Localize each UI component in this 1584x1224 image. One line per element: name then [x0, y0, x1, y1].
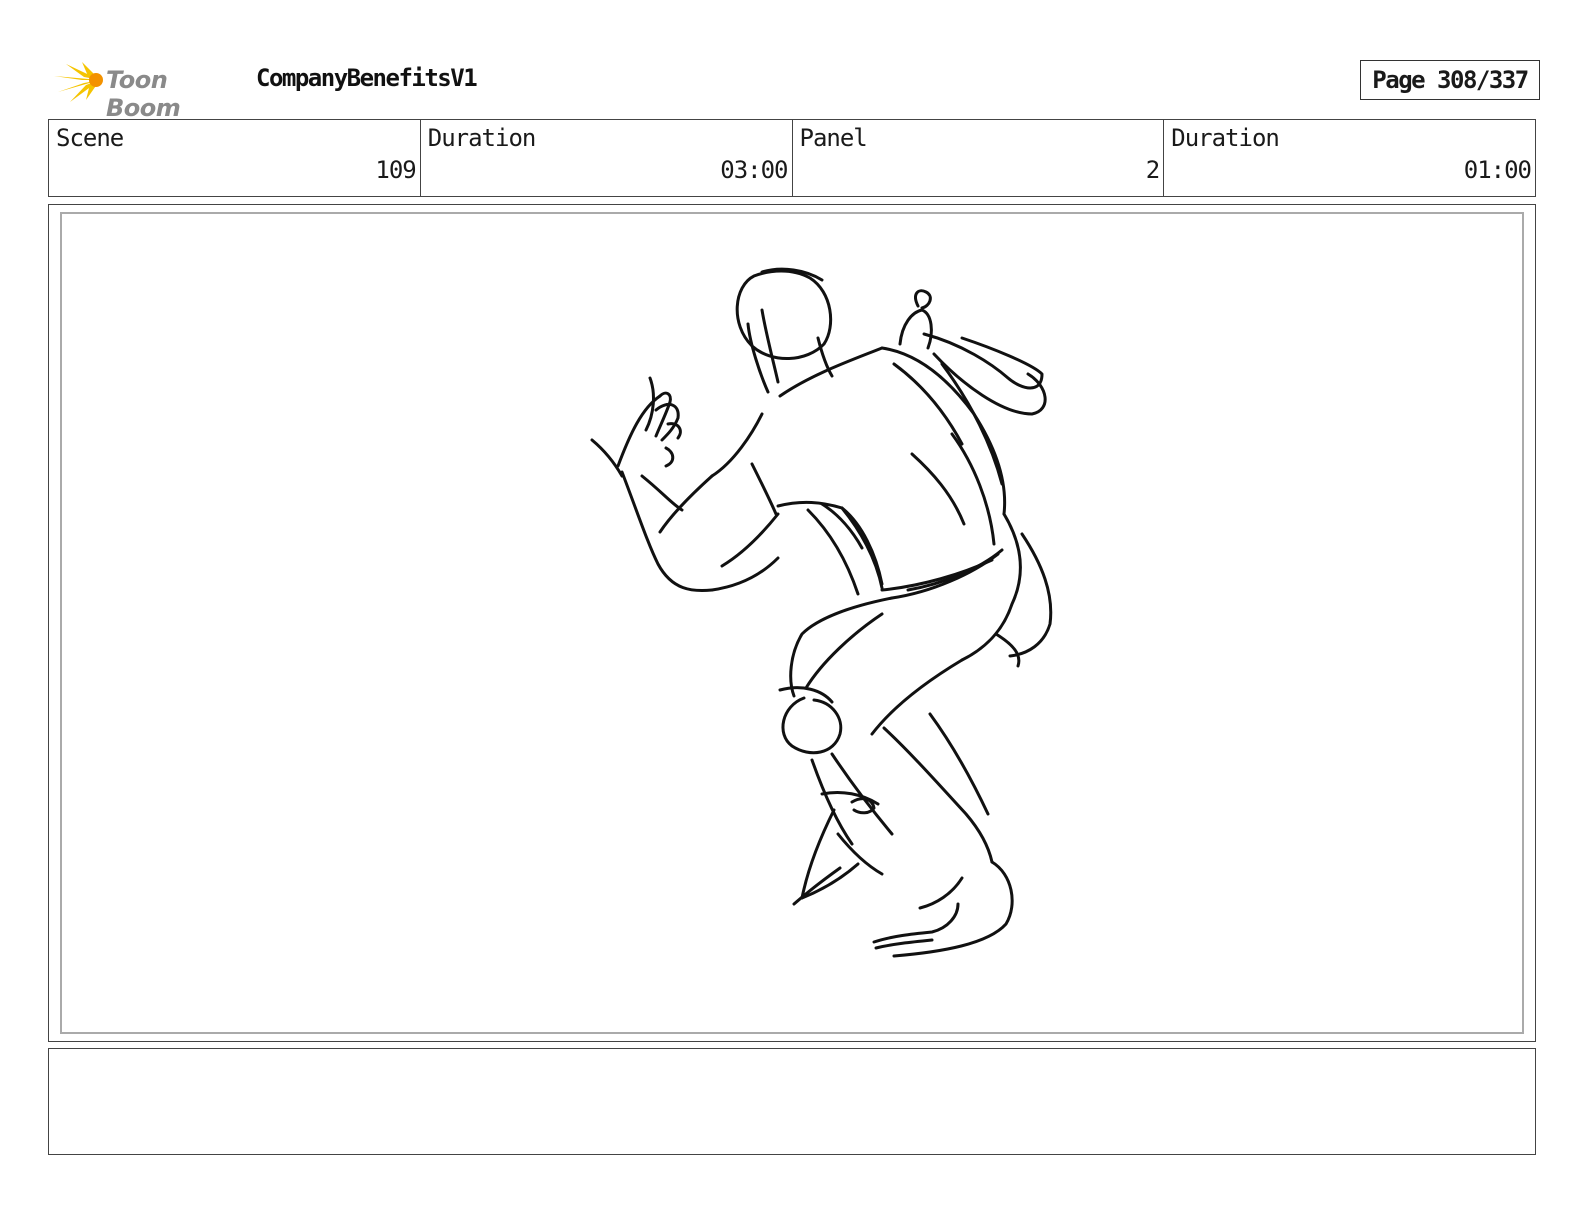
scene-info-table: Scene 109 Duration 03:00 Panel 2 Duratio…: [48, 119, 1536, 197]
panel-label: Panel: [799, 124, 868, 152]
scene-duration-value: 03:00: [720, 156, 788, 184]
scene-duration-cell: Duration 03:00: [421, 120, 793, 196]
toon-boom-logo: Toon Boom: [52, 56, 242, 122]
panel-duration-label: Duration: [1171, 124, 1280, 152]
panel-duration-cell: Duration 01:00: [1164, 120, 1535, 196]
panel-frame: [48, 204, 1536, 1042]
panel-image: [60, 212, 1524, 1034]
crouching-figure-sketch: [590, 267, 1053, 958]
storyboard-header: Toon Boom CompanyBenefitsV1 Page 308/337: [52, 56, 1540, 122]
project-title: CompanyBenefitsV1: [256, 64, 478, 92]
starburst-icon: [54, 62, 103, 102]
panel-value: 2: [1145, 156, 1160, 184]
scene-cell: Scene 109: [49, 120, 421, 196]
scene-duration-label: Duration: [427, 124, 537, 152]
panel-cell: Panel 2: [793, 120, 1165, 196]
page-number: Page 308/337: [1360, 60, 1540, 100]
panel-duration-value: 01:00: [1463, 156, 1532, 184]
panel-notes: [48, 1048, 1536, 1155]
logo-text: Toon Boom: [106, 66, 181, 122]
scene-label: Scene: [56, 124, 124, 152]
scene-value: 109: [375, 156, 416, 184]
